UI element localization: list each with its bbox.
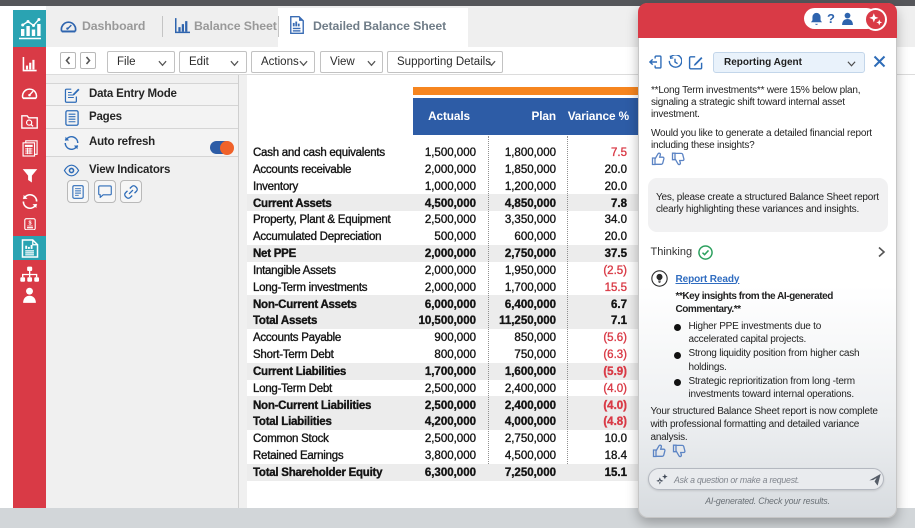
svg-text:$: $ xyxy=(28,220,31,226)
